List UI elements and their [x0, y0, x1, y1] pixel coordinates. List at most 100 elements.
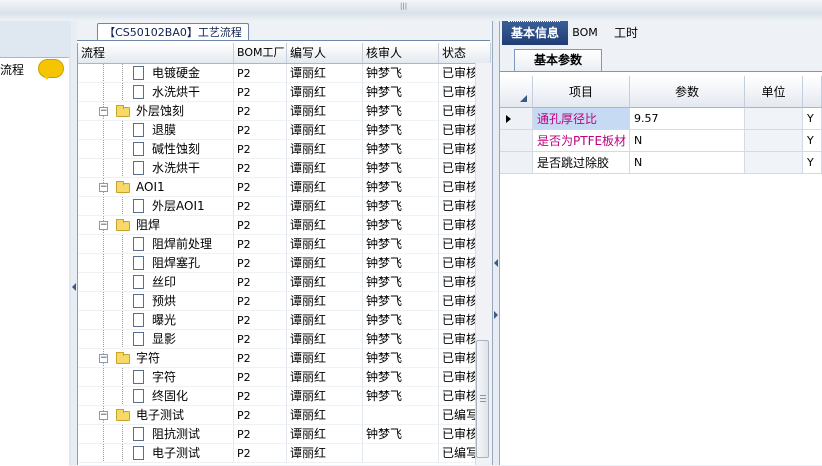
tree-node-label[interactable]: 外层蚀刻: [136, 102, 184, 120]
params-row[interactable]: 是否为PTFE板材 N Y: [500, 130, 822, 152]
tree-node-cell[interactable]: 碱性蚀刻: [78, 140, 234, 159]
tree-node-label[interactable]: 电子测试: [152, 444, 200, 462]
tree-node-cell[interactable]: − 外层蚀刻: [78, 102, 234, 121]
tree-node-cell[interactable]: 电镀硬金: [78, 64, 234, 83]
process-tree-grid[interactable]: 流程 BOM工厂 编写人 核审人 状态 电镀硬金 P2 谭丽红 钟梦飞 已审核 水洗烘干 P…: [77, 43, 491, 465]
tree-node-label[interactable]: 预烘: [152, 292, 176, 310]
tree-node-cell[interactable]: 水洗烘干: [78, 83, 234, 102]
collapse-left-icon[interactable]: [494, 259, 498, 267]
tree-node-cell[interactable]: 阻抗测试: [78, 425, 234, 444]
col-header-status[interactable]: 状态: [439, 43, 491, 63]
tree-node-label[interactable]: 阻焊前处理: [152, 235, 212, 253]
document-tab-title[interactable]: 【CS50102BA0】工艺流程: [97, 23, 249, 41]
params-header-unit[interactable]: 单位: [745, 76, 803, 108]
tree-row[interactable]: − 字符 P2 谭丽红 钟梦飞 已审核: [78, 349, 491, 368]
select-all-corner-icon[interactable]: [520, 95, 527, 102]
tree-row[interactable]: 丝印 P2 谭丽红 钟梦飞 已审核: [78, 273, 491, 292]
tree-node-label[interactable]: 水洗烘干: [152, 83, 200, 101]
tree-row[interactable]: 预烘 P2 谭丽红 钟梦飞 已审核: [78, 292, 491, 311]
tree-row[interactable]: 曝光 P2 谭丽红 钟梦飞 已审核: [78, 311, 491, 330]
tree-row[interactable]: − 外层蚀刻 P2 谭丽红 钟梦飞 已审核: [78, 102, 491, 121]
tree-row[interactable]: − 电子测试 P2 谭丽红 已编写: [78, 406, 491, 425]
tree-row[interactable]: 外层AOI1 P2 谭丽红 钟梦飞 已审核: [78, 197, 491, 216]
scrollbar-thumb[interactable]: [476, 340, 489, 458]
tree-row[interactable]: 水洗烘干 P2 谭丽红 钟梦飞 已审核: [78, 159, 491, 178]
right-splitter[interactable]: [492, 21, 500, 465]
tree-node-label[interactable]: 阻焊塞孔: [152, 254, 200, 272]
tree-node-label[interactable]: 字符: [136, 349, 160, 367]
tree-node-cell[interactable]: 退膜: [78, 121, 234, 140]
tree-node-cell[interactable]: − 阻焊: [78, 216, 234, 235]
col-header-reviewer[interactable]: 核审人: [363, 43, 439, 63]
params-table[interactable]: 项目 参数 单位 通孔厚径比 9.57 Y 是否为PTFE板材 N Y 是否跳过除胶 N Y: [500, 76, 822, 176]
tree-node-label[interactable]: 显影: [152, 330, 176, 348]
tree-row[interactable]: 电镀硬金 P2 谭丽红 钟梦飞 已审核: [78, 64, 491, 83]
tree-node-label[interactable]: 字符: [152, 368, 176, 386]
tree-node-cell[interactable]: 外层AOI1: [78, 197, 234, 216]
tree-row[interactable]: 水洗烘干 P2 谭丽红 钟梦飞 已审核: [78, 83, 491, 102]
collapse-toggle-icon[interactable]: −: [99, 354, 108, 363]
tree-node-cell[interactable]: 丝印: [78, 273, 234, 292]
tree-node-cell[interactable]: 终固化: [78, 387, 234, 406]
left-panel-label[interactable]: 流程: [0, 61, 24, 77]
tree-node-cell[interactable]: 字符: [78, 368, 234, 387]
splitter-grip-icon[interactable]: |||: [400, 2, 408, 10]
tree-node-cell[interactable]: 曝光: [78, 311, 234, 330]
tree-node-cell[interactable]: − 电子测试: [78, 406, 234, 425]
tab-work-hours[interactable]: 工时: [606, 21, 646, 45]
tree-node-cell[interactable]: 阻焊前处理: [78, 235, 234, 254]
row-indicator[interactable]: [500, 130, 533, 152]
tree-row[interactable]: 阻抗测试 P2 谭丽红 钟梦飞 已审核: [78, 425, 491, 444]
params-row[interactable]: 通孔厚径比 9.57 Y: [500, 108, 822, 130]
collapse-toggle-icon[interactable]: −: [99, 221, 108, 230]
param-value-field[interactable]: N: [630, 130, 745, 152]
tree-node-label[interactable]: AOI1: [136, 178, 165, 196]
tab-bom[interactable]: BOM: [570, 21, 600, 45]
tree-row[interactable]: 碱性蚀刻 P2 谭丽红 钟梦飞 已审核: [78, 140, 491, 159]
tab-basic-info[interactable]: 基本信息: [502, 21, 568, 45]
col-header-editor[interactable]: 编写人: [287, 43, 363, 63]
tree-node-label[interactable]: 阻抗测试: [152, 425, 200, 443]
tree-node-label[interactable]: 曝光: [152, 311, 176, 329]
collapse-toggle-icon[interactable]: −: [99, 183, 108, 192]
tree-node-label[interactable]: 碱性蚀刻: [152, 140, 200, 158]
param-value-field[interactable]: N: [630, 152, 745, 174]
tree-node-cell[interactable]: 阻焊塞孔: [78, 254, 234, 273]
tree-node-label[interactable]: 终固化: [152, 387, 188, 405]
params-row[interactable]: 是否跳过除胶 N Y: [500, 152, 822, 174]
tree-node-label[interactable]: 电镀硬金: [152, 64, 200, 82]
tree-row[interactable]: 阻焊前处理 P2 谭丽红 钟梦飞 已审核: [78, 235, 491, 254]
row-indicator[interactable]: [500, 152, 533, 174]
tree-node-label[interactable]: 电子测试: [136, 406, 184, 424]
tree-node-label[interactable]: 丝印: [152, 273, 176, 291]
tree-node-label[interactable]: 水洗烘干: [152, 159, 200, 177]
params-header-item[interactable]: 项目: [533, 76, 630, 108]
tree-row[interactable]: 终固化 P2 谭丽红 钟梦飞 已审核: [78, 387, 491, 406]
tree-row[interactable]: 阻焊塞孔 P2 谭丽红 钟梦飞 已审核: [78, 254, 491, 273]
tree-node-label[interactable]: 阻焊: [136, 216, 160, 234]
col-header-bom[interactable]: BOM工厂: [234, 43, 287, 63]
subtab-basic-params[interactable]: 基本参数: [514, 49, 602, 71]
tree-node-cell[interactable]: 水洗烘干: [78, 159, 234, 178]
tree-row[interactable]: − 阻焊 P2 谭丽红 钟梦飞 已审核: [78, 216, 491, 235]
tree-node-cell[interactable]: − AOI1: [78, 178, 234, 197]
params-header-extra[interactable]: [803, 76, 822, 108]
row-indicator[interactable]: [500, 108, 533, 130]
collapse-toggle-icon[interactable]: −: [99, 411, 108, 420]
tree-row[interactable]: 显影 P2 谭丽红 钟梦飞 已审核: [78, 330, 491, 349]
comment-bubble-icon[interactable]: [38, 59, 64, 80]
tree-node-cell[interactable]: − 字符: [78, 349, 234, 368]
tree-row[interactable]: − AOI1 P2 谭丽红 钟梦飞 已审核: [78, 178, 491, 197]
tree-row[interactable]: 字符 P2 谭丽红 钟梦飞 已审核: [78, 368, 491, 387]
params-header-value[interactable]: 参数: [630, 76, 745, 108]
tree-node-label[interactable]: 外层AOI1: [152, 197, 205, 215]
collapse-right-icon[interactable]: [494, 311, 498, 319]
tree-node-cell[interactable]: 电子测试: [78, 444, 234, 463]
collapse-toggle-icon[interactable]: −: [99, 107, 108, 116]
tree-row[interactable]: 电子测试 P2 谭丽红 已编写: [78, 444, 491, 463]
param-value-field[interactable]: 9.57: [630, 108, 745, 130]
collapse-left-icon[interactable]: [72, 283, 76, 291]
col-header-process[interactable]: 流程: [78, 43, 234, 63]
tree-node-cell[interactable]: 预烘: [78, 292, 234, 311]
tree-row[interactable]: 退膜 P2 谭丽红 钟梦飞 已审核: [78, 121, 491, 140]
